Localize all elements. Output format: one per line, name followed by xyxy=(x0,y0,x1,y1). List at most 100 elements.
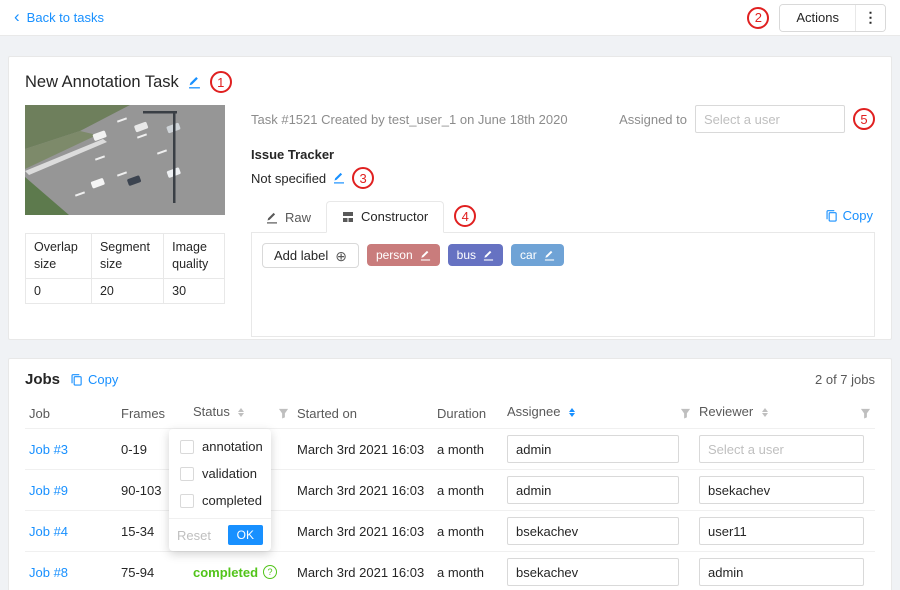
edit-label-icon[interactable] xyxy=(483,250,494,261)
param-header: Overlap size xyxy=(26,234,92,279)
jobs-table: Job Frames Status Started on Duration As… xyxy=(25,398,875,590)
filter-reset-button[interactable]: Reset xyxy=(177,528,211,543)
plus-circle-icon: ⊕ xyxy=(335,249,347,263)
assigned-to-label: Assigned to xyxy=(619,112,687,127)
job-link[interactable]: Job #4 xyxy=(29,524,68,539)
back-chevron-icon: ‹ xyxy=(14,8,20,25)
top-navigation-bar: ‹ Back to tasks 2 Actions ⋮ xyxy=(0,0,900,36)
duration-cell: a month xyxy=(433,552,503,590)
frames-cell: 75-94 xyxy=(117,552,189,590)
status-filter-dropdown: annotation validation completed Reset OK xyxy=(169,429,271,551)
edit-issue-tracker-icon[interactable] xyxy=(333,172,345,184)
table-row: Job #9 90-103 March 3rd 2021 16:03 a mon… xyxy=(25,470,875,511)
labels-constructor-area: Add label ⊕ person bus car xyxy=(251,233,875,337)
copy-icon xyxy=(825,209,838,222)
tab-raw[interactable]: Raw xyxy=(251,203,326,233)
edit-label-icon[interactable] xyxy=(544,250,555,261)
status-filter-icon[interactable] xyxy=(278,407,289,422)
task-title: New Annotation Task xyxy=(25,73,179,92)
add-label-text: Add label xyxy=(274,248,328,263)
edit-title-icon[interactable] xyxy=(188,76,201,89)
copy-jobs-link[interactable]: Copy xyxy=(70,372,118,387)
callout-1: 1 xyxy=(210,71,232,93)
actions-button[interactable]: Actions xyxy=(780,5,855,31)
filter-ok-button[interactable]: OK xyxy=(228,525,263,545)
col-reviewer: Reviewer xyxy=(695,398,875,429)
copy-icon xyxy=(70,373,83,386)
back-link-label: Back to tasks xyxy=(27,10,104,25)
filter-option-annotation[interactable]: annotation xyxy=(169,433,271,460)
label-name: person xyxy=(376,248,413,262)
add-label-button[interactable]: Add label ⊕ xyxy=(262,243,359,268)
status-sort-control[interactable] xyxy=(238,408,244,417)
issue-tracker-label: Issue Tracker xyxy=(251,147,875,162)
param-value: 0 xyxy=(26,278,92,303)
task-parameters-table: Overlap size Segment size Image quality … xyxy=(25,233,225,304)
callout-5: 5 xyxy=(853,108,875,130)
reviewer-input[interactable] xyxy=(699,517,864,545)
duration-cell: a month xyxy=(433,511,503,552)
started-cell: March 3rd 2021 16:03 xyxy=(293,470,433,511)
table-row: Job #3 0-19 March 3rd 2021 16:03 a month xyxy=(25,429,875,470)
reviewer-filter-icon[interactable] xyxy=(860,407,871,422)
callout-4: 4 xyxy=(454,205,476,227)
issue-tracker-value: Not specified xyxy=(251,171,326,186)
question-circle-icon: ? xyxy=(263,565,277,579)
param-value: 30 xyxy=(164,278,225,303)
checkbox-icon[interactable] xyxy=(180,440,194,454)
assignee-filter-icon[interactable] xyxy=(680,407,691,422)
reviewer-input[interactable] xyxy=(699,435,864,463)
col-frames: Frames xyxy=(117,398,189,429)
assigned-to-input[interactable] xyxy=(695,105,845,133)
assignee-input[interactable] xyxy=(507,517,679,545)
more-vertical-icon[interactable]: ⋮ xyxy=(855,5,885,31)
started-cell: March 3rd 2021 16:03 xyxy=(293,511,433,552)
task-meta-text: Task #1521 Created by test_user_1 on Jun… xyxy=(251,112,568,127)
actions-button-group: Actions ⋮ xyxy=(779,4,886,32)
duration-cell: a month xyxy=(433,429,503,470)
job-link[interactable]: Job #8 xyxy=(29,565,68,580)
cvat-task-page: ‹ Back to tasks 2 Actions ⋮ New Annotati… xyxy=(0,0,900,590)
labels-tabs-bar: Raw Constructor 4 Copy xyxy=(251,201,875,233)
callout-3: 3 xyxy=(352,167,374,189)
edit-label-icon[interactable] xyxy=(420,250,431,261)
assignee-sort-control[interactable] xyxy=(569,408,575,417)
pencil-icon xyxy=(266,212,278,224)
job-link[interactable]: Job #3 xyxy=(29,442,68,457)
param-value: 20 xyxy=(91,278,163,303)
label-name: bus xyxy=(457,248,476,262)
copy-labels-label: Copy xyxy=(843,208,873,223)
param-header: Image quality xyxy=(164,234,225,279)
checkbox-icon[interactable] xyxy=(180,494,194,508)
filter-option-validation[interactable]: validation xyxy=(169,460,271,487)
checkbox-icon[interactable] xyxy=(180,467,194,481)
reviewer-input[interactable] xyxy=(699,476,864,504)
back-to-tasks-link[interactable]: ‹ Back to tasks xyxy=(14,10,104,25)
assignee-input[interactable] xyxy=(507,435,679,463)
callout-2: 2 xyxy=(747,7,769,29)
col-job: Job xyxy=(25,398,117,429)
copy-labels-link[interactable]: Copy xyxy=(825,208,873,223)
col-status: Status xyxy=(189,398,293,429)
col-duration: Duration xyxy=(433,398,503,429)
filter-option-completed[interactable]: completed xyxy=(169,487,271,514)
assignee-input[interactable] xyxy=(507,558,679,586)
task-preview-image xyxy=(25,105,225,215)
blocks-icon xyxy=(342,211,354,223)
assignee-input[interactable] xyxy=(507,476,679,504)
jobs-card: Jobs Copy 2 of 7 jobs Job Frames Status xyxy=(8,358,892,590)
param-header: Segment size xyxy=(91,234,163,279)
label-name: car xyxy=(520,248,537,262)
duration-cell: a month xyxy=(433,470,503,511)
task-details-card: New Annotation Task 1 xyxy=(8,56,892,340)
table-row: Job #8 75-94 completed ? March 3rd 2021 … xyxy=(25,552,875,590)
reviewer-sort-control[interactable] xyxy=(762,408,768,417)
tab-constructor-label: Constructor xyxy=(361,209,428,224)
label-tag-bus[interactable]: bus xyxy=(448,244,503,266)
tab-constructor[interactable]: Constructor xyxy=(326,201,444,233)
label-tag-person[interactable]: person xyxy=(367,244,440,266)
job-link[interactable]: Job #9 xyxy=(29,483,68,498)
col-assignee: Assignee xyxy=(503,398,695,429)
reviewer-input[interactable] xyxy=(699,558,864,586)
label-tag-car[interactable]: car xyxy=(511,244,564,266)
